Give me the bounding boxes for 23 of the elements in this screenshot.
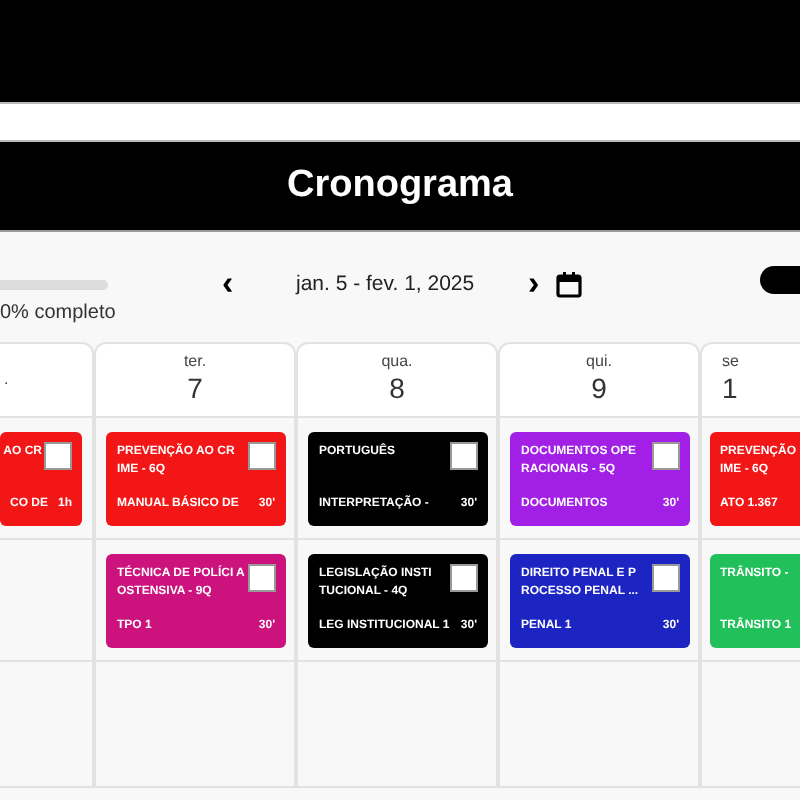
task-checkbox[interactable]: [247, 563, 275, 591]
task-checkbox[interactable]: [44, 441, 72, 469]
day-number: 9: [591, 372, 607, 408]
weekday-label: qua.: [381, 352, 413, 373]
task-checkbox[interactable]: [651, 563, 679, 591]
day-number: 1: [722, 372, 738, 408]
task-checkbox[interactable]: [651, 441, 679, 469]
page-title: Cronograma: [287, 161, 513, 210]
weekday-label: ter.: [183, 352, 207, 373]
task-checkbox[interactable]: [449, 563, 477, 591]
task-checkbox[interactable]: [247, 441, 275, 469]
day-number: 7: [187, 372, 203, 408]
day-number: 8: [389, 372, 405, 408]
task-checkbox[interactable]: [449, 441, 477, 469]
weekday-label: qui.: [586, 352, 612, 373]
calendar-icon[interactable]: [556, 272, 582, 298]
next-button[interactable]: ›: [520, 266, 548, 300]
date-range: jan. 5 - fev. 1, 2025: [296, 270, 475, 300]
progress-label: 0% completo: [0, 300, 116, 328]
previous-button[interactable]: ‹: [214, 266, 242, 300]
weekday-label: se: [722, 352, 739, 373]
weekday-label: .: [4, 370, 9, 390]
toggle-button[interactable]: [760, 266, 800, 294]
